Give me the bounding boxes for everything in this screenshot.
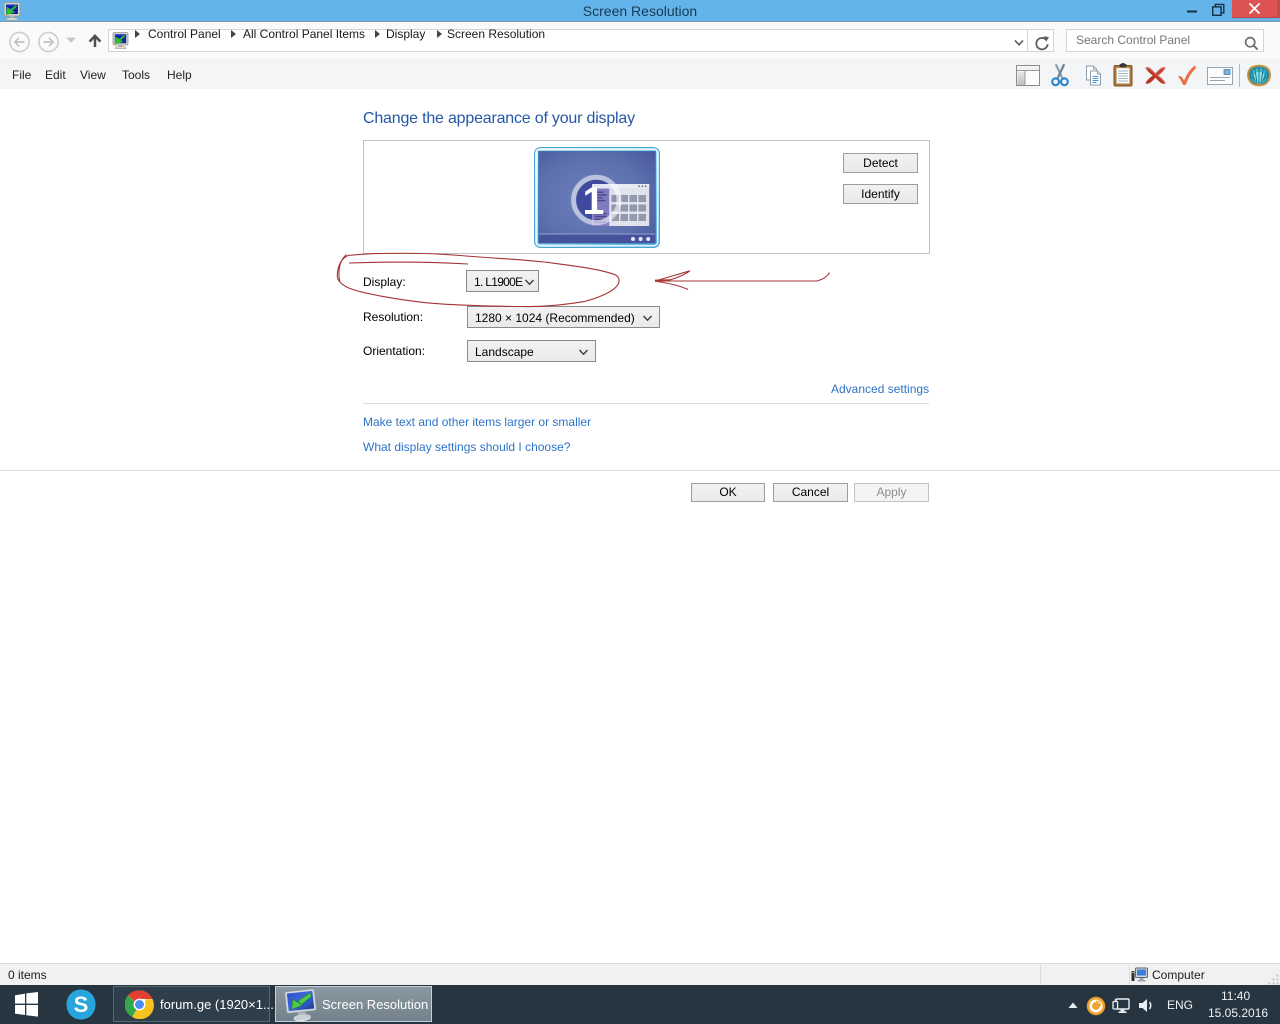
svg-text:S: S [74,992,89,1017]
svg-text:1: 1 [583,180,605,223]
